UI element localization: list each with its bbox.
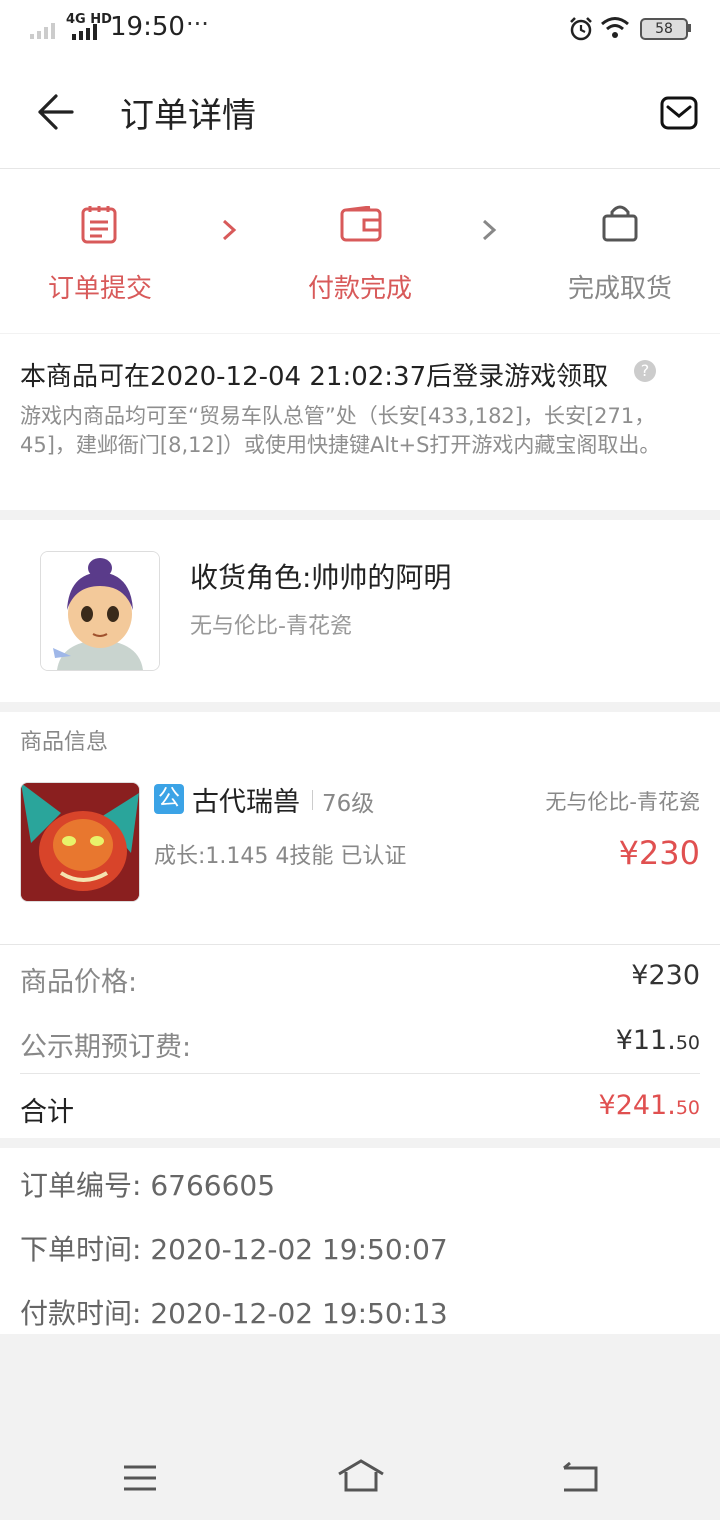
signal-strong-icon <box>72 24 97 40</box>
fee-main: ¥11. <box>615 1025 676 1056</box>
goods-info-card <box>0 712 720 1138</box>
step-pickup-complete: 完成取货 <box>567 274 672 304</box>
total-cents: 50 <box>675 1097 700 1119</box>
clock-time: 19:50 <box>110 12 185 42</box>
shopping-bag-icon <box>602 205 638 242</box>
total-value: ¥241.50 <box>599 1090 700 1121</box>
mail-icon[interactable] <box>660 96 698 130</box>
order-number-label: 订单编号: <box>20 1169 142 1202</box>
divider <box>0 944 720 945</box>
role-name: 收货角色:帅帅的阿明 <box>190 561 452 594</box>
signal-weak-icon <box>30 23 55 39</box>
divider <box>312 790 313 810</box>
total-main: ¥241. <box>598 1090 676 1121</box>
price-label: 商品价格: <box>20 967 138 998</box>
wifi-icon <box>601 17 629 38</box>
order-created-label: 下单时间: <box>20 1233 142 1266</box>
back-nav-icon[interactable] <box>560 1460 600 1494</box>
more-notifications-icon: ··· <box>186 10 209 38</box>
pet-price: ¥230 <box>618 834 700 872</box>
help-icon[interactable]: ? <box>634 360 656 382</box>
fee-value: ¥11.50 <box>616 1025 700 1056</box>
chevron-right-icon <box>222 219 237 241</box>
goods-section-title: 商品信息 <box>20 730 109 755</box>
menu-icon[interactable] <box>122 1464 158 1492</box>
pet-attributes: 成长:1.145 4技能 已认证 <box>154 844 407 869</box>
battery-tip <box>688 24 691 32</box>
step-order-submitted: 订单提交 <box>47 274 152 304</box>
role-avatar <box>40 551 160 671</box>
back-arrow-icon[interactable] <box>36 90 76 134</box>
price-value: ¥230 <box>631 960 700 991</box>
order-created-row: 下单时间: 2020-12-02 19:50:07 <box>20 1228 448 1268</box>
order-number-row: 订单编号: 6766605 <box>20 1164 275 1204</box>
order-paid-time: 2020-12-02 19:50:13 <box>150 1297 448 1330</box>
fee-label: 公示期预订费: <box>20 1032 192 1063</box>
step-payment-complete: 付款完成 <box>307 274 412 304</box>
alarm-icon <box>570 17 592 41</box>
home-icon[interactable] <box>336 1458 386 1494</box>
wallet-icon <box>340 206 382 242</box>
fee-cents: 50 <box>675 1032 700 1054</box>
role-server: 无与伦比-青花瓷 <box>190 614 352 639</box>
battery-indicator: 58 <box>640 18 688 40</box>
order-paid-label: 付款时间: <box>20 1297 142 1330</box>
page-title: 订单详情 <box>120 96 256 136</box>
divider <box>20 1073 700 1074</box>
order-number: 6766605 <box>150 1169 276 1202</box>
top-header <box>0 60 720 169</box>
chevron-right-icon <box>482 219 497 241</box>
public-listing-badge: 公 <box>154 784 184 814</box>
order-progress-steps <box>0 169 720 333</box>
clipboard-icon <box>81 206 117 244</box>
pickup-time-notice: 本商品可在2020-12-04 21:02:37后登录游戏领取 <box>20 362 609 392</box>
pickup-instructions: 游戏内商品均可至“贸易车队总管”处（长安[433,182]，长安[271，45]… <box>20 404 661 457</box>
order-created-time: 2020-12-02 19:50:07 <box>150 1233 448 1266</box>
pet-image[interactable] <box>20 782 140 902</box>
total-label: 合计 <box>20 1097 74 1128</box>
pet-server: 无与伦比-青花瓷 <box>545 790 700 814</box>
order-paid-row: 付款时间: 2020-12-02 19:50:13 <box>20 1292 448 1332</box>
pet-name: 古代瑞兽 <box>192 787 300 818</box>
pet-level: 76级 <box>322 791 375 817</box>
